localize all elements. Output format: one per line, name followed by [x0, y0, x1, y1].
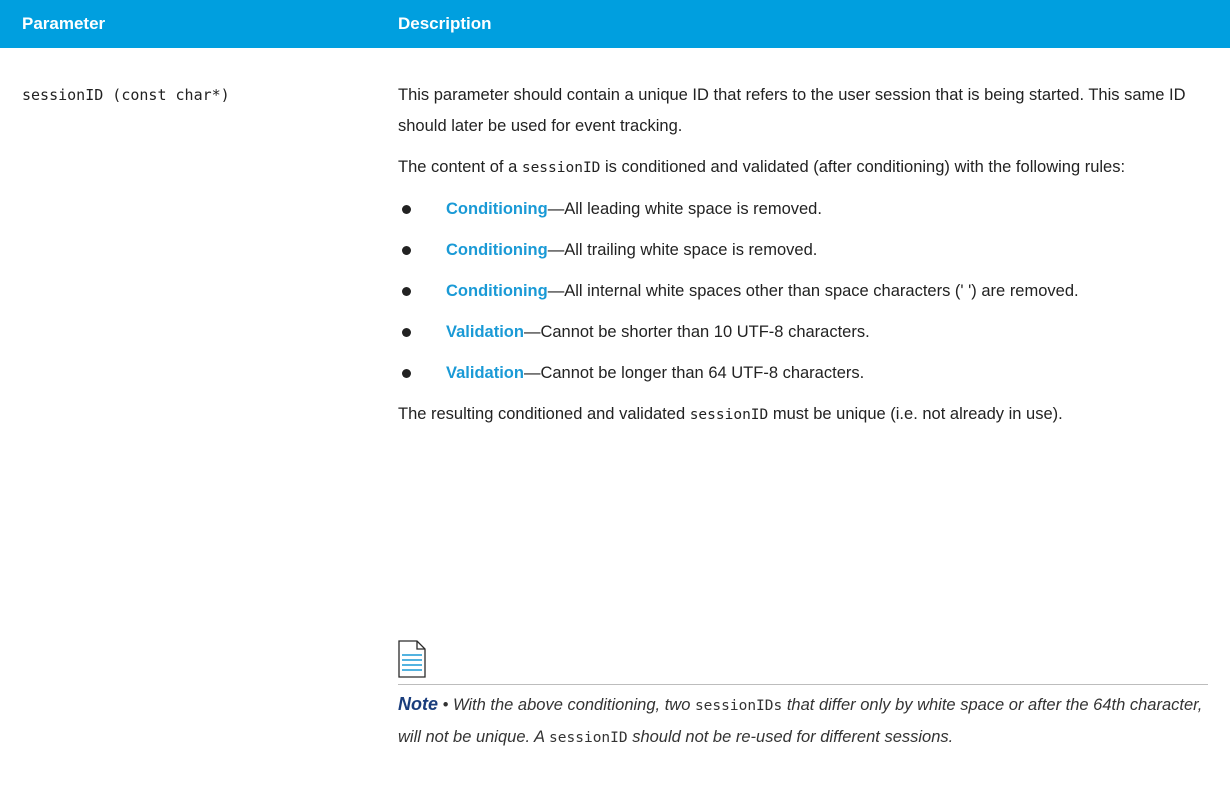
bullet-icon	[402, 328, 411, 337]
rules-list: Conditioning—All leading white space is …	[398, 194, 1198, 389]
bullet-icon	[402, 369, 411, 378]
rule-item: Validation—Cannot be shorter than 10 UTF…	[398, 317, 1198, 348]
rule-kind: Conditioning	[446, 282, 548, 300]
rule-kind: Validation	[446, 364, 524, 382]
content-text-post: is conditioned and validated (after cond…	[600, 158, 1126, 176]
content-code: sessionID	[521, 160, 601, 176]
rule-kind: Validation	[446, 323, 524, 341]
bullet-icon	[402, 287, 411, 296]
result-text-post: must be unique (i.e. not already in use)…	[768, 405, 1063, 423]
note-document-icon	[398, 640, 426, 678]
rule-text: —All internal white spaces other than sp…	[547, 282, 1079, 300]
result-code: sessionID	[689, 407, 769, 423]
rule-kind: Conditioning	[446, 241, 548, 259]
result-paragraph: The resulting conditioned and validated …	[398, 399, 1198, 431]
parameter-name: sessionID (const char*)	[22, 86, 230, 104]
note-label: Note	[398, 694, 438, 714]
note-code-1: sessionIDs	[694, 698, 783, 714]
header-parameter: Parameter	[22, 14, 106, 33]
rule-text: —Cannot be shorter than 10 UTF-8 charact…	[523, 323, 870, 341]
rule-item: Conditioning—All trailing white space is…	[398, 235, 1198, 266]
note-box: Note • With the above conditioning, two …	[398, 689, 1208, 754]
intro-paragraph: This parameter should contain a unique I…	[398, 86, 1186, 135]
content-text-pre: The content of a	[398, 158, 522, 176]
parameter-table: Parameter Description sessionID (const c…	[0, 0, 1230, 746]
note-code-2: sessionID	[549, 730, 628, 746]
rule-item: Validation—Cannot be longer than 64 UTF-…	[398, 358, 1198, 389]
rule-text: —All trailing white space is removed.	[547, 241, 818, 259]
bullet-icon	[402, 205, 411, 214]
note-separator: •	[438, 696, 453, 714]
rule-item: Conditioning—All internal white spaces o…	[398, 276, 1198, 307]
rule-text: —All leading white space is removed.	[547, 200, 822, 218]
header-description: Description	[398, 14, 492, 33]
bullet-icon	[402, 246, 411, 255]
rule-text: —Cannot be longer than 64 UTF-8 characte…	[523, 364, 865, 382]
rule-item: Conditioning—All leading white space is …	[398, 194, 1198, 225]
content-paragraph: The content of a sessionID is conditione…	[398, 152, 1198, 184]
table-header-row: Parameter Description	[0, 0, 1230, 48]
description-cell: This parameter should contain a unique I…	[398, 80, 1198, 441]
note-text-1: With the above conditioning, two	[452, 696, 695, 714]
note-divider	[398, 684, 1208, 685]
rule-kind: Conditioning	[446, 200, 548, 218]
result-text-pre: The resulting conditioned and validated	[398, 405, 690, 423]
note-text-3: should not be re-used for different sess…	[627, 728, 954, 746]
